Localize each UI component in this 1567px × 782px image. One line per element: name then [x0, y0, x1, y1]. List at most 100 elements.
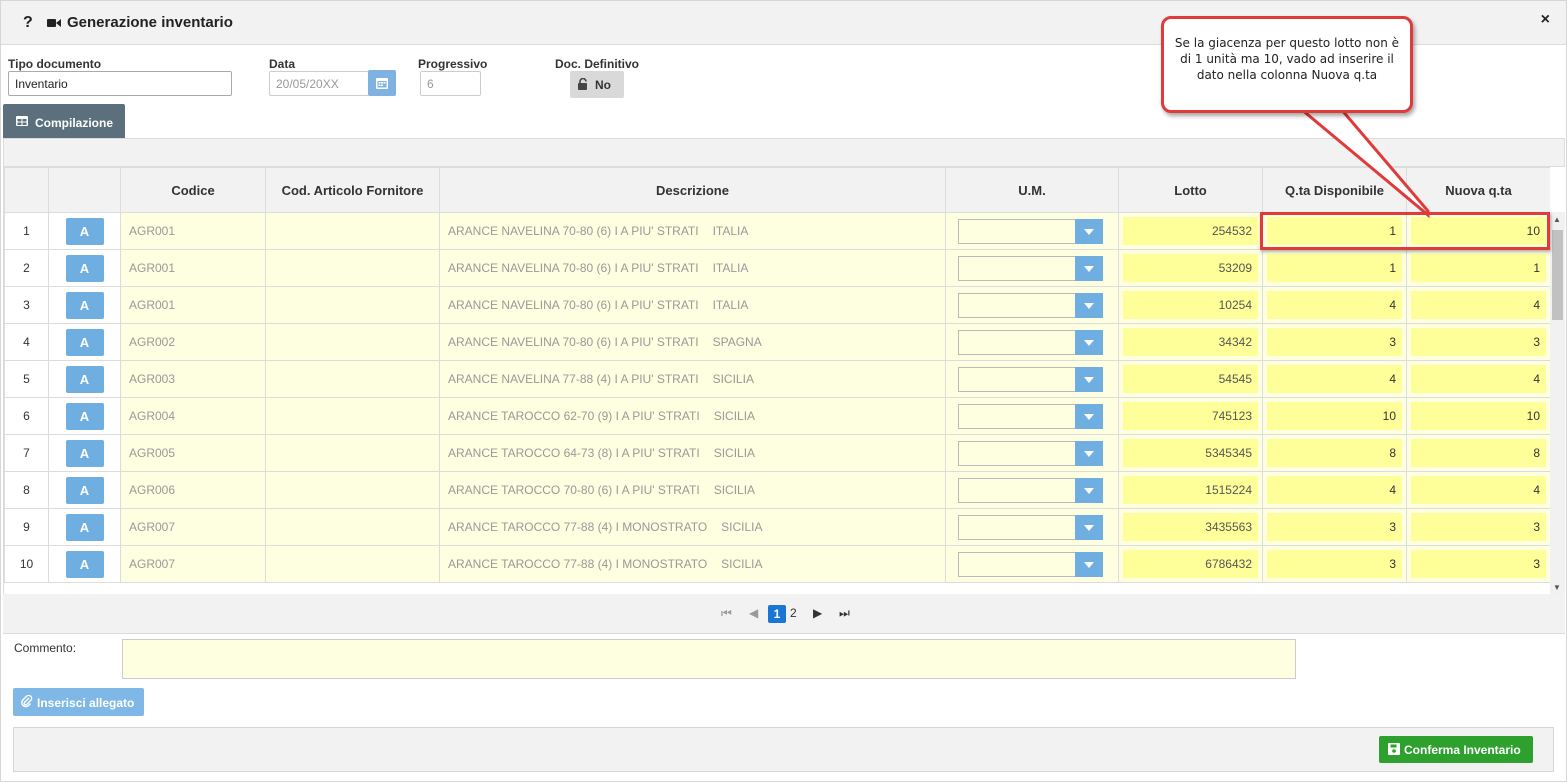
tipo-documento-field[interactable]: Inventario	[8, 71, 232, 96]
um-select[interactable]	[958, 366, 1103, 392]
table-row[interactable]: 4 A AGR002 ARANCE NAVELINA 70-80 (6) I A PI…	[4, 323, 1550, 361]
row-action-button[interactable]: A	[65, 402, 104, 430]
qta-disponibile-cell[interactable]: 1	[1262, 249, 1407, 287]
table-row[interactable]: 3 A AGR001 ARANCE NAVELINA 70-80 (6) I A PI…	[4, 286, 1550, 324]
dropdown-arrow[interactable]	[1075, 366, 1103, 392]
lotto-cell[interactable]: 1515224	[1118, 471, 1263, 509]
table-row[interactable]: 5 A AGR003 ARANCE NAVELINA 77-88 (4) I A PI…	[4, 360, 1550, 398]
cod-fornitore-cell[interactable]	[265, 545, 440, 583]
codice-cell[interactable]: AGR002	[120, 323, 266, 361]
calendar-button[interactable]	[368, 70, 396, 96]
lotto-cell[interactable]: 6786432	[1118, 545, 1263, 583]
cod-fornitore-cell[interactable]	[265, 286, 440, 324]
data-field[interactable]: 20/05/20XX	[269, 71, 369, 96]
tab-compilazione[interactable]: Compilazione	[3, 104, 125, 138]
qta-disponibile-cell[interactable]: 10	[1262, 397, 1407, 435]
page-1[interactable]: 1	[768, 605, 786, 623]
col-header-lotto[interactable]: Lotto	[1118, 167, 1263, 213]
table-row[interactable]: 10 A AGR007 ARANCE TAROCCO 77-88 (4) I MONO…	[4, 545, 1550, 583]
comment-field[interactable]	[122, 639, 1296, 679]
lotto-cell[interactable]: 254532	[1118, 212, 1263, 250]
descrizione-cell[interactable]: ARANCE TAROCCO 77-88 (4) I MONOSTRATO SIC…	[439, 545, 946, 583]
codice-cell[interactable]: AGR006	[120, 471, 266, 509]
qta-disponibile-cell[interactable]: 8	[1262, 434, 1407, 472]
nuova-qta-cell[interactable]: 3	[1406, 508, 1550, 546]
dropdown-arrow[interactable]	[1075, 440, 1103, 466]
descrizione-cell[interactable]: ARANCE TAROCCO 77-88 (4) I MONOSTRATO SIC…	[439, 508, 946, 546]
grid-scrollbar[interactable]: ▲ ▼	[1550, 212, 1565, 594]
scroll-up-arrow[interactable]: ▲	[1553, 215, 1561, 224]
last-page-icon[interactable]: ⏭	[839, 606, 850, 621]
row-action-button[interactable]: A	[65, 513, 104, 541]
um-select[interactable]	[958, 329, 1103, 355]
progressivo-field[interactable]: 6	[420, 71, 481, 96]
lotto-cell[interactable]: 54545	[1118, 360, 1263, 398]
nuova-qta-cell[interactable]: 3	[1406, 323, 1550, 361]
codice-cell[interactable]: AGR003	[120, 360, 266, 398]
codice-cell[interactable]: AGR001	[120, 249, 266, 287]
dropdown-arrow[interactable]	[1075, 551, 1103, 577]
um-select[interactable]	[958, 255, 1103, 281]
cod-fornitore-cell[interactable]	[265, 471, 440, 509]
table-row[interactable]: 2 A AGR001 ARANCE NAVELINA 70-80 (6) I A PI…	[4, 249, 1550, 287]
codice-cell[interactable]: AGR007	[120, 508, 266, 546]
qta-disponibile-cell[interactable]: 4	[1262, 360, 1407, 398]
row-action-button[interactable]: A	[65, 328, 104, 356]
nuova-qta-cell[interactable]: 4	[1406, 360, 1550, 398]
col-header-cod-fornitore[interactable]: Cod. Articolo Fornitore	[265, 167, 440, 213]
row-action-button[interactable]: A	[65, 550, 104, 578]
row-action-button[interactable]: A	[65, 291, 104, 319]
nuova-qta-cell[interactable]: 4	[1406, 471, 1550, 509]
scroll-down-arrow[interactable]: ▼	[1553, 583, 1561, 592]
um-select[interactable]	[958, 403, 1103, 429]
qta-disponibile-cell[interactable]: 3	[1262, 323, 1407, 361]
lotto-cell[interactable]: 3435563	[1118, 508, 1263, 546]
dropdown-arrow[interactable]	[1075, 403, 1103, 429]
descrizione-cell[interactable]: ARANCE TAROCCO 64-73 (8) I A PIU' STRATI…	[439, 434, 946, 472]
qta-disponibile-cell[interactable]: 3	[1262, 545, 1407, 583]
lotto-cell[interactable]: 10254	[1118, 286, 1263, 324]
um-select[interactable]	[958, 514, 1103, 540]
col-header-qta-disponibile[interactable]: Q.ta Disponibile	[1262, 167, 1407, 213]
descrizione-cell[interactable]: ARANCE NAVELINA 70-80 (6) I A PIU' STRAT…	[439, 286, 946, 324]
row-action-button[interactable]: A	[65, 365, 104, 393]
qta-disponibile-cell[interactable]: 4	[1262, 471, 1407, 509]
lotto-cell[interactable]: 53209	[1118, 249, 1263, 287]
um-select[interactable]	[958, 477, 1103, 503]
row-action-button[interactable]: A	[65, 439, 104, 467]
col-header-nuova-qta[interactable]: Nuova q.ta	[1406, 167, 1550, 213]
table-row[interactable]: 8 A AGR006 ARANCE TAROCCO 70-80 (6) I A PIU…	[4, 471, 1550, 509]
um-select[interactable]	[958, 292, 1103, 318]
nuova-qta-cell[interactable]: 8	[1406, 434, 1550, 472]
dropdown-arrow[interactable]	[1075, 329, 1103, 355]
help-icon[interactable]: ?	[23, 14, 33, 32]
cod-fornitore-cell[interactable]	[265, 323, 440, 361]
codice-cell[interactable]: AGR005	[120, 434, 266, 472]
doc-definitivo-toggle[interactable]: No	[570, 71, 624, 98]
row-action-button[interactable]: A	[65, 217, 104, 245]
table-row[interactable]: 9 A AGR007 ARANCE TAROCCO 77-88 (4) I MONOS…	[4, 508, 1550, 546]
lotto-cell[interactable]: 34342	[1118, 323, 1263, 361]
col-header-um[interactable]: U.M.	[945, 167, 1119, 213]
descrizione-cell[interactable]: ARANCE TAROCCO 62-70 (9) I A PIU' STRATI…	[439, 397, 946, 435]
um-select[interactable]	[958, 440, 1103, 466]
prev-page-icon[interactable]: ◀	[749, 606, 758, 620]
cod-fornitore-cell[interactable]	[265, 508, 440, 546]
codice-cell[interactable]: AGR001	[120, 212, 266, 250]
dropdown-arrow[interactable]	[1075, 477, 1103, 503]
qta-disponibile-cell[interactable]: 3	[1262, 508, 1407, 546]
col-header-descrizione[interactable]: Descrizione	[439, 167, 946, 213]
table-row[interactable]: 7 A AGR005 ARANCE TAROCCO 64-73 (8) I A PIU…	[4, 434, 1550, 472]
next-page-icon[interactable]: ▶	[813, 606, 822, 620]
cod-fornitore-cell[interactable]	[265, 249, 440, 287]
cod-fornitore-cell[interactable]	[265, 360, 440, 398]
codice-cell[interactable]: AGR007	[120, 545, 266, 583]
page-2[interactable]: 2	[790, 606, 797, 620]
lotto-cell[interactable]: 745123	[1118, 397, 1263, 435]
descrizione-cell[interactable]: ARANCE NAVELINA 77-88 (4) I A PIU' STRAT…	[439, 360, 946, 398]
nuova-qta-cell[interactable]: 4	[1406, 286, 1550, 324]
insert-attachment-button[interactable]: Inserisci allegato	[13, 688, 144, 716]
codice-cell[interactable]: AGR004	[120, 397, 266, 435]
row-action-button[interactable]: A	[65, 254, 104, 282]
descrizione-cell[interactable]: ARANCE NAVELINA 70-80 (6) I A PIU' STRAT…	[439, 323, 946, 361]
